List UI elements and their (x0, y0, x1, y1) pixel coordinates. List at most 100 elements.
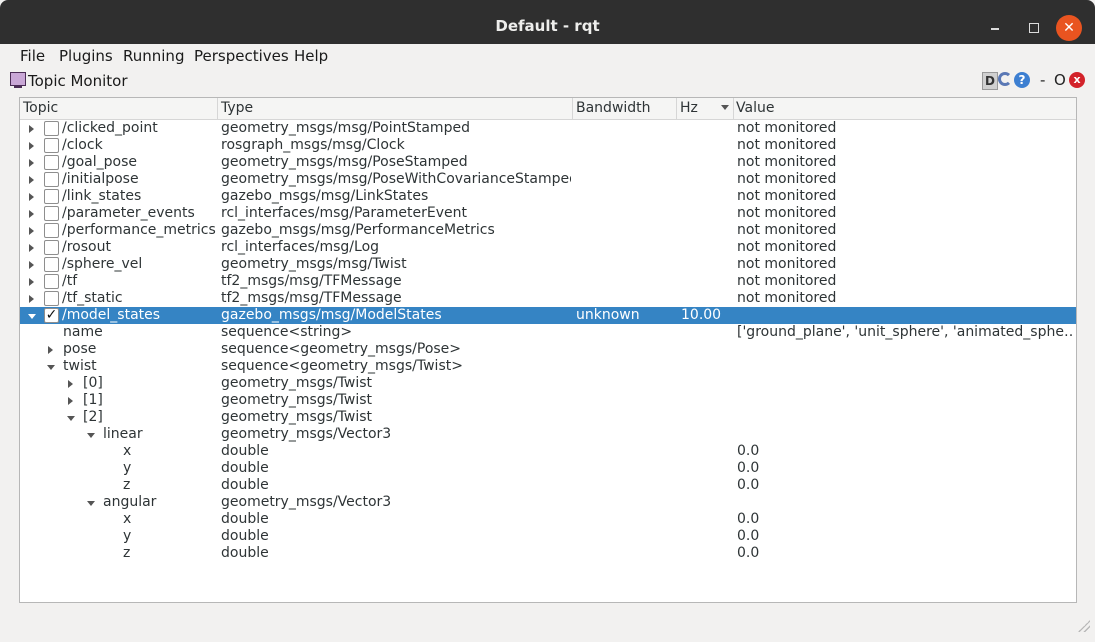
monitor-checkbox[interactable] (44, 189, 59, 204)
cell-bandwidth (576, 409, 674, 426)
monitor-checkbox[interactable] (44, 172, 59, 187)
column-header-hz[interactable]: Hz (680, 100, 698, 116)
cell-bandwidth (576, 426, 674, 443)
tree-row[interactable]: x double 0.0 (20, 511, 1076, 528)
monitor-checkbox[interactable] (44, 155, 59, 170)
tree-row[interactable]: /initialpose geometry_msgs/msg/PoseWithCo… (20, 171, 1076, 188)
column-header-type[interactable]: Type (221, 100, 253, 116)
float-plugin-button[interactable]: O (1054, 71, 1066, 89)
monitor-checkbox[interactable]: ✓ (44, 308, 59, 323)
expand-arrow-icon[interactable] (29, 244, 34, 252)
cell-value (737, 341, 1073, 358)
cell-hz (681, 324, 731, 341)
minimize-plugin-button[interactable]: - (1040, 71, 1045, 89)
cell-topic: [2] (83, 409, 103, 425)
tree-row[interactable]: /parameter_events rcl_interfaces/msg/Para… (20, 205, 1076, 222)
tree-row[interactable]: [2] geometry_msgs/Twist (20, 409, 1076, 426)
monitor-checkbox[interactable] (44, 274, 59, 289)
tree-row[interactable]: z double 0.0 (20, 545, 1076, 562)
monitor-checkbox[interactable] (44, 291, 59, 306)
resize-grip[interactable] (1078, 620, 1090, 632)
cell-type: geometry_msgs/msg/PoseStamped (221, 154, 468, 170)
cell-hz (681, 477, 731, 494)
reload-icon[interactable] (998, 72, 1012, 86)
dock-button[interactable]: D (982, 72, 998, 90)
expand-arrow-icon[interactable] (68, 380, 73, 388)
tree-row[interactable]: angular geometry_msgs/Vector3 (20, 494, 1076, 511)
tree-row[interactable]: /link_states gazebo_msgs/msg/LinkStates no… (20, 188, 1076, 205)
monitor-checkbox[interactable] (44, 240, 59, 255)
tree-row[interactable]: [0] geometry_msgs/Twist (20, 375, 1076, 392)
menu-plugins[interactable]: Plugins (59, 47, 113, 65)
expand-arrow-icon[interactable] (29, 193, 34, 201)
expand-arrow-icon[interactable] (29, 261, 34, 269)
tree-row[interactable]: /tf tf2_msgs/msg/TFMessage not monitored (20, 273, 1076, 290)
monitor-checkbox[interactable] (44, 138, 59, 153)
topic-tree[interactable]: Topic Type Bandwidth Hz Value /clicked_p… (19, 97, 1077, 603)
cell-type: sequence<string> (221, 324, 353, 340)
tree-row[interactable]: /sphere_vel geometry_msgs/msg/Twist not mo… (20, 256, 1076, 273)
cell-hz (681, 256, 731, 273)
expand-arrow-icon[interactable] (29, 159, 34, 167)
tree-row[interactable]: /tf_static tf2_msgs/msg/TFMessage not moni… (20, 290, 1076, 307)
cell-value: 0.0 (737, 511, 760, 527)
tree-row[interactable]: [1] geometry_msgs/Twist (20, 392, 1076, 409)
cell-value (737, 494, 1073, 511)
tree-row[interactable]: linear geometry_msgs/Vector3 (20, 426, 1076, 443)
help-icon[interactable]: ? (1014, 72, 1030, 88)
column-header-value[interactable]: Value (736, 100, 774, 116)
close-button[interactable]: ✕ (1056, 15, 1082, 41)
minimize-button[interactable] (982, 15, 1008, 41)
cell-type: double (221, 545, 269, 561)
cell-topic: name (63, 324, 103, 340)
expand-arrow-icon[interactable] (29, 210, 34, 218)
menu-help[interactable]: Help (294, 47, 328, 65)
expand-arrow-icon[interactable] (68, 397, 73, 405)
tree-row[interactable]: y double 0.0 (20, 528, 1076, 545)
tree-row[interactable]: /clicked_point geometry_msgs/msg/PointSta… (20, 120, 1076, 137)
collapse-arrow-icon[interactable] (67, 416, 75, 421)
collapse-arrow-icon[interactable] (87, 501, 95, 506)
column-header-bandwidth[interactable]: Bandwidth (576, 100, 651, 116)
tree-row[interactable]: /goal_pose geometry_msgs/msg/PoseStamped n… (20, 154, 1076, 171)
tree-row[interactable]: x double 0.0 (20, 443, 1076, 460)
expand-arrow-icon[interactable] (29, 125, 34, 133)
collapse-arrow-icon[interactable] (47, 365, 55, 370)
cell-value: not monitored (737, 188, 837, 204)
cell-hz (681, 205, 731, 222)
tree-row[interactable]: /clock rosgraph_msgs/msg/Clock not monitor… (20, 137, 1076, 154)
expand-arrow-icon[interactable] (48, 346, 53, 354)
cell-type: double (221, 528, 269, 544)
expand-arrow-icon[interactable] (29, 142, 34, 150)
tree-row[interactable]: name sequence<string> ['ground_plane', 'un… (20, 324, 1076, 341)
tree-row[interactable]: twist sequence<geometry_msgs/Twist> (20, 358, 1076, 375)
column-separator[interactable] (733, 98, 734, 119)
menu-file[interactable]: File (20, 47, 45, 65)
cell-type: tf2_msgs/msg/TFMessage (221, 290, 402, 306)
tree-row[interactable]: y double 0.0 (20, 460, 1076, 477)
expand-arrow-icon[interactable] (29, 295, 34, 303)
expand-arrow-icon[interactable] (29, 278, 34, 286)
close-plugin-icon[interactable]: x (1069, 72, 1085, 88)
tree-row[interactable]: /rosout rcl_interfaces/msg/Log not monitor… (20, 239, 1076, 256)
monitor-checkbox[interactable] (44, 206, 59, 221)
cell-type: double (221, 443, 269, 459)
collapse-arrow-icon[interactable] (28, 314, 36, 319)
collapse-arrow-icon[interactable] (87, 433, 95, 438)
monitor-checkbox[interactable] (44, 223, 59, 238)
menu-perspectives[interactable]: Perspectives (194, 47, 289, 65)
tree-row[interactable]: /performance_metrics gazebo_msgs/msg/Perf… (20, 222, 1076, 239)
column-separator[interactable] (572, 98, 573, 119)
tree-row[interactable]: z double 0.0 (20, 477, 1076, 494)
column-separator[interactable] (676, 98, 677, 119)
column-separator[interactable] (217, 98, 218, 119)
expand-arrow-icon[interactable] (29, 227, 34, 235)
monitor-checkbox[interactable] (44, 121, 59, 136)
expand-arrow-icon[interactable] (29, 176, 34, 184)
maximize-button[interactable] (1021, 15, 1047, 41)
menu-running[interactable]: Running (123, 47, 184, 65)
column-header-topic[interactable]: Topic (23, 100, 58, 116)
tree-row[interactable]: ✓/model_states gazebo_msgs/msg/ModelState… (20, 307, 1076, 324)
monitor-checkbox[interactable] (44, 257, 59, 272)
tree-row[interactable]: pose sequence<geometry_msgs/Pose> (20, 341, 1076, 358)
